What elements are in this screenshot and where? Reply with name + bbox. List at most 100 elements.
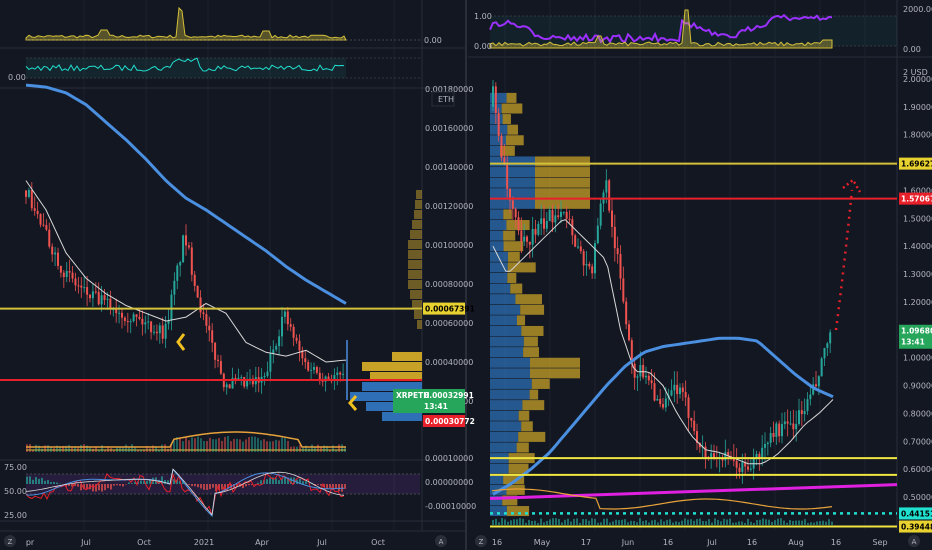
candle-body (687, 397, 690, 418)
candle-body (506, 163, 509, 189)
candle-body (619, 254, 622, 279)
volume-profile-bar-blue (490, 156, 535, 167)
volume-profile-bar-gold (516, 442, 529, 453)
candle-body (48, 229, 51, 247)
candle-body (45, 225, 48, 230)
candle-body (94, 291, 97, 293)
volume-profile-bar-blue (490, 463, 509, 474)
candle-body (738, 467, 741, 473)
macd-histogram-bar (44, 480, 46, 484)
top-indicator-axis-label-right: 2000.00 (903, 5, 932, 14)
volume-profile-bar-blue (490, 442, 517, 453)
candle-body (158, 325, 161, 334)
candle-body (582, 251, 585, 266)
candle-body (118, 312, 121, 314)
volume-bar (783, 520, 785, 525)
volume-profile-bar-gold (523, 336, 538, 347)
volume-bar (338, 444, 340, 452)
candle-body (62, 272, 65, 278)
volume-bar (693, 520, 695, 525)
candle-body (673, 384, 676, 391)
volume-bar (678, 522, 680, 525)
volume-bar (630, 520, 632, 525)
volume-profile-bar-gold (522, 400, 545, 411)
candle-body (545, 221, 548, 229)
time-axis-label: Apr (255, 538, 270, 547)
right-price-axis-label: 1.00000 (903, 354, 932, 363)
candle-body (676, 384, 679, 395)
volume-profile-bar-gold (531, 378, 550, 389)
right-price-axis-label: 0.60000 (903, 465, 932, 474)
candle-body (781, 424, 783, 437)
candle-body (809, 394, 812, 400)
candle-body (193, 274, 196, 286)
candle-body (625, 301, 628, 325)
red-level-tag-text: 0.00030772 (425, 417, 475, 426)
time-axis-label: 2021 (194, 538, 214, 547)
macd-histogram-bar (221, 484, 223, 490)
macd-histogram-bar (119, 484, 121, 486)
volume-bar (573, 518, 575, 525)
macd-histogram-bar (56, 482, 58, 484)
volume-bar (744, 522, 746, 525)
volume-profile-bar-gold (507, 262, 536, 273)
candle-body (187, 245, 190, 248)
candle-body (789, 423, 792, 425)
volume-bar (594, 518, 596, 525)
volume-bar (804, 519, 806, 525)
volume-bar (636, 522, 638, 525)
volume-bar (528, 519, 530, 525)
macd-histogram-bar (35, 477, 37, 484)
volume-bar (759, 519, 761, 525)
candle-body (202, 312, 205, 315)
volume-bar (714, 518, 716, 525)
macd-histogram-bar (248, 484, 250, 486)
volume-bar (68, 444, 70, 452)
volume-bar (555, 518, 557, 525)
candle-body (557, 215, 560, 217)
candle-body (520, 230, 523, 242)
candle-body (724, 452, 727, 461)
volume-bar (507, 521, 509, 525)
volume-profile-bar-gold (535, 156, 590, 167)
rsi-axis-label: 75.00 (4, 463, 27, 472)
volume-bar (648, 522, 650, 525)
candle-body (778, 423, 781, 437)
time-axis-label: Jul (706, 538, 717, 547)
price-axis-label: 0.00100000 (425, 241, 473, 250)
candle-body (741, 462, 744, 473)
macd-histogram-bar (212, 484, 214, 488)
volume-bar (645, 520, 647, 525)
candle-body (511, 200, 514, 209)
candle-body (298, 340, 301, 351)
bottom-level-tag-text: 0.39448 (901, 523, 932, 532)
volume-bar (741, 521, 743, 525)
candle-body (185, 235, 187, 246)
candle-body (548, 209, 551, 222)
volume-bar (723, 518, 725, 525)
volume-bar (26, 444, 28, 452)
macd-histogram-bar (104, 484, 106, 491)
candle-body (71, 272, 74, 279)
candle-body (310, 369, 313, 371)
countdown-tag-text: 13:41 (901, 338, 925, 347)
time-axis-label: 16 (831, 538, 841, 547)
volume-bar (591, 518, 593, 525)
candle-body (211, 330, 214, 343)
candle-body (89, 294, 91, 299)
volume-bar (290, 446, 292, 452)
candle-body (121, 312, 123, 318)
volume-bar (35, 444, 37, 452)
candle-body (170, 294, 173, 321)
candle-body (135, 314, 138, 317)
candle-body (103, 295, 106, 300)
price-tag-text: 0.00032991 (424, 391, 474, 400)
volume-bar (663, 521, 665, 525)
volume-bar (525, 522, 527, 525)
candle-body (246, 380, 249, 387)
macd-histogram-bar (320, 484, 322, 486)
rsi-axis-label: 50.00 (4, 487, 27, 496)
volume-bar (753, 522, 755, 525)
volume-bar (47, 445, 49, 452)
volume-profile-bar (408, 280, 422, 289)
